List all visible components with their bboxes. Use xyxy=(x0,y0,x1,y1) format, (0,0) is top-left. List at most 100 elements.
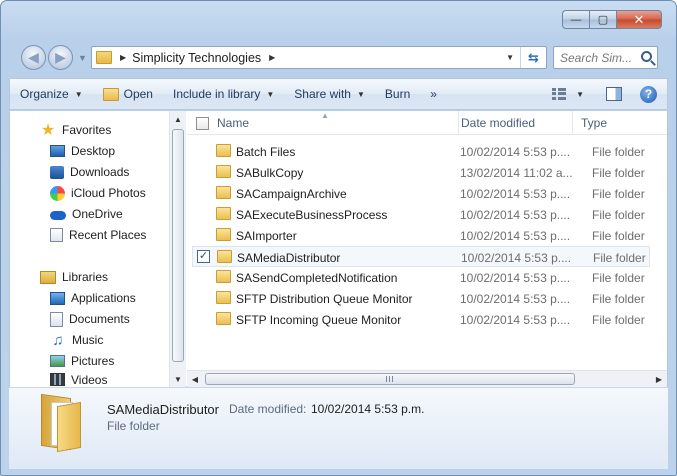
sidebar-item-music[interactable]: ♫ Music xyxy=(50,330,103,350)
scrollbar-grip-icon xyxy=(386,376,395,382)
file-name: SABulkCopy xyxy=(236,166,304,180)
open-button[interactable]: Open xyxy=(93,82,163,106)
row-checkbox[interactable]: ✓ xyxy=(197,250,210,263)
file-row-sftp-incoming-queue-monitor[interactable]: SFTP Incoming Queue Monitor 10/02/2014 5… xyxy=(192,309,650,330)
sidebar-item-label: Applications xyxy=(71,291,136,305)
downloads-icon xyxy=(50,165,64,179)
column-headers: ▲ Name Date modified Type xyxy=(187,111,667,135)
documents-icon xyxy=(50,311,63,327)
file-list: ▲ Name Date modified Type Batch Files 10… xyxy=(187,111,667,387)
folder-icon xyxy=(216,291,231,304)
organize-button[interactable]: Organize ▼ xyxy=(10,82,93,106)
chevron-down-icon: ▼ xyxy=(356,89,365,99)
select-all-checkbox[interactable] xyxy=(196,117,209,130)
breadcrumb-simplicity-technologies[interactable]: Simplicity Technologies xyxy=(132,51,261,65)
search-input[interactable] xyxy=(554,47,638,68)
sidebar-item-icloud-photos[interactable]: iCloud Photos xyxy=(50,183,146,203)
search-box[interactable] xyxy=(553,46,658,69)
sidebar-item-label: OneDrive xyxy=(72,207,123,221)
details-date-value: 10/02/2014 5:53 p.m. xyxy=(311,402,425,416)
file-row-sasendcompletednotification[interactable]: SASendCompletedNotification 10/02/2014 5… xyxy=(192,267,650,288)
folder-icon xyxy=(216,144,231,157)
scroll-down-arrow-icon[interactable]: ▼ xyxy=(170,371,186,387)
file-row-saimporter[interactable]: SAImporter 10/02/2014 5:53 p.... File fo… xyxy=(192,225,650,246)
sidebar-item-pictures[interactable]: Pictures xyxy=(50,351,114,371)
file-row-sacampaignarchive[interactable]: SACampaignArchive 10/02/2014 5:53 p.... … xyxy=(192,183,650,204)
column-header-label: Name xyxy=(217,116,250,130)
include-in-library-button[interactable]: Include in library ▼ xyxy=(163,82,284,106)
file-row-saexecutebusinessprocess[interactable]: SAExecuteBusinessProcess 10/02/2014 5:53… xyxy=(192,204,650,225)
share-with-button[interactable]: Share with ▼ xyxy=(284,82,375,106)
explorer-window: — ▢ ✕ ◀ ▶ ▼ ▶ Simplicity Technologies ▶ … xyxy=(0,0,677,476)
sidebar-item-downloads[interactable]: Downloads xyxy=(50,162,129,182)
scrollbar-thumb[interactable] xyxy=(205,373,575,385)
help-icon[interactable]: ? xyxy=(640,85,657,103)
folder-icon xyxy=(216,165,231,178)
change-view-icon[interactable] xyxy=(552,88,567,100)
open-folder-icon xyxy=(102,87,119,101)
scrollbar-thumb[interactable] xyxy=(172,129,184,362)
file-date-modified: 10/02/2014 5:53 p.... xyxy=(460,271,571,285)
file-list-horizontal-scrollbar[interactable]: ◀ ▶ xyxy=(187,370,667,387)
address-bar[interactable]: ▶ Simplicity Technologies ▶ ▼ ⇆ xyxy=(91,46,547,69)
sidebar-item-favorites[interactable]: ★ Favorites xyxy=(40,120,112,140)
preview-pane-icon[interactable] xyxy=(606,87,622,101)
sidebar-item-desktop[interactable]: Desktop xyxy=(50,141,115,161)
scroll-up-arrow-icon[interactable]: ▲ xyxy=(170,111,186,127)
libraries-icon xyxy=(40,270,56,284)
sidebar-item-label: Downloads xyxy=(70,165,130,179)
sidebar-item-videos[interactable]: Videos xyxy=(50,372,107,387)
maximize-button[interactable]: ▢ xyxy=(589,10,616,29)
file-name: SASendCompletedNotification xyxy=(236,271,398,285)
back-button[interactable]: ◀ xyxy=(21,45,46,70)
file-name: Batch Files xyxy=(236,145,296,159)
navigation-pane-scrollbar[interactable]: ▲ ▼ xyxy=(169,111,186,387)
sidebar-item-label: Recent Places xyxy=(69,228,147,242)
sidebar-item-libraries[interactable]: Libraries xyxy=(40,267,108,287)
column-header-label: Type xyxy=(581,116,608,130)
file-row-samediadistributor[interactable]: ✓ SAMediaDistributor 10/02/2014 5:53 p..… xyxy=(192,246,650,267)
caption-buttons: — ▢ ✕ xyxy=(562,10,662,29)
sidebar-item-applications[interactable]: Applications xyxy=(50,288,136,308)
file-type: File folder xyxy=(592,313,645,327)
view-options-dropdown[interactable]: ▼ xyxy=(576,90,584,99)
open-label: Open xyxy=(123,87,153,101)
file-name: SFTP Distribution Queue Monitor xyxy=(236,292,413,306)
column-header-type[interactable]: Type xyxy=(573,111,663,135)
sidebar-item-label: Libraries xyxy=(62,270,109,284)
file-date-modified: 10/02/2014 5:53 p.... xyxy=(460,229,571,243)
burn-button[interactable]: Burn xyxy=(375,82,420,106)
breadcrumb-separator[interactable]: ▶ xyxy=(120,53,126,62)
file-name: SAImporter xyxy=(236,229,297,243)
search-icon[interactable] xyxy=(641,51,652,62)
forward-button[interactable]: ▶ xyxy=(48,45,73,70)
more-commands-button[interactable]: » xyxy=(420,82,447,106)
folder-icon xyxy=(217,250,232,263)
file-row-sftp-distribution-queue-monitor[interactable]: SFTP Distribution Queue Monitor 10/02/20… xyxy=(192,288,650,309)
file-type: File folder xyxy=(592,187,645,201)
scroll-left-arrow-icon[interactable]: ◀ xyxy=(187,371,203,387)
videos-icon xyxy=(50,373,65,386)
recent-pages-dropdown[interactable]: ▼ xyxy=(78,53,87,63)
file-date-modified: 10/02/2014 5:53 p.... xyxy=(460,313,571,327)
file-date-modified: 10/02/2014 5:53 p.... xyxy=(460,145,571,159)
address-dropdown-icon[interactable]: ▼ xyxy=(506,53,514,62)
breadcrumb-separator-trailing[interactable]: ▶ xyxy=(269,53,275,62)
forward-arrow-icon: ▶ xyxy=(55,49,66,65)
share-with-label: Share with xyxy=(294,87,351,101)
file-row-batch-files[interactable]: Batch Files 10/02/2014 5:53 p.... File f… xyxy=(192,141,650,162)
column-header-name[interactable]: Name xyxy=(209,111,459,135)
scroll-right-arrow-icon[interactable]: ▶ xyxy=(651,371,667,387)
sidebar-item-documents[interactable]: Documents xyxy=(50,309,130,329)
column-header-date-modified[interactable]: Date modified xyxy=(453,111,573,135)
icloud-photos-icon xyxy=(50,185,65,201)
sidebar-item-onedrive[interactable]: OneDrive xyxy=(50,204,123,224)
sidebar-item-recent-places[interactable]: Recent Places xyxy=(50,225,146,245)
close-button[interactable]: ✕ xyxy=(616,10,662,29)
sidebar-item-label: Favorites xyxy=(62,123,112,137)
details-date-label: Date modified: xyxy=(229,402,307,416)
minimize-button[interactable]: — xyxy=(562,10,589,29)
file-row-sabulkcopy[interactable]: SABulkCopy 13/02/2014 11:02 a... File fo… xyxy=(192,162,650,183)
view-controls: ▼ ? xyxy=(552,85,667,103)
refresh-button[interactable]: ⇆ xyxy=(520,47,546,68)
